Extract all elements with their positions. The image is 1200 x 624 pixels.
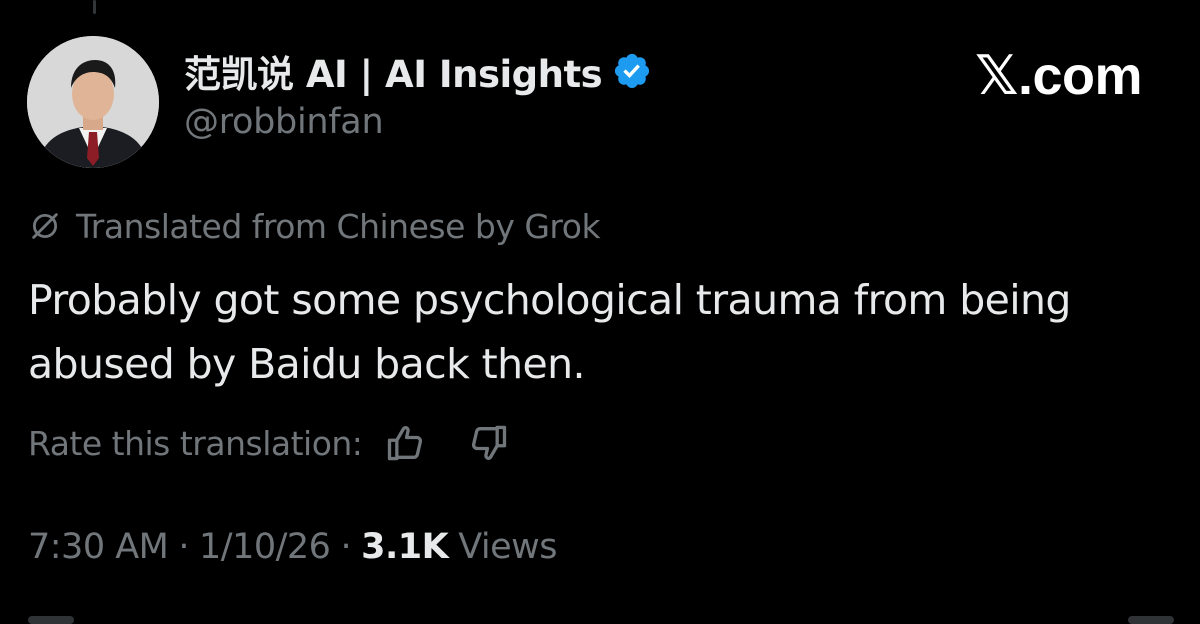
meta-separator: · (178, 527, 190, 567)
author-handle[interactable]: @robbinfan (184, 102, 652, 142)
translation-notice-text: Translated from Chinese by Grok (76, 206, 601, 246)
views-count[interactable]: 3.1K (361, 527, 449, 567)
thumbs-down-icon[interactable] (466, 421, 510, 465)
rate-translation-label: Rate this translation: (28, 423, 363, 463)
profile-photo (27, 36, 159, 168)
tweet-time[interactable]: 7:30 AM (28, 527, 169, 567)
views-label: Views (458, 527, 558, 567)
avatar[interactable] (27, 36, 159, 168)
translation-notice: Translated from Chinese by Grok (28, 204, 601, 248)
brand-watermark: 𝕏.com (974, 46, 1143, 106)
meta-separator: · (340, 527, 352, 567)
tweet-date[interactable]: 1/10/26 (199, 527, 331, 567)
tweet-text: Probably got some psychological trauma f… (28, 276, 1071, 388)
thread-connector-line (93, 0, 96, 14)
action-bar-hint (28, 616, 74, 624)
grok-icon (32, 213, 58, 239)
tweet-meta: 7:30 AM · 1/10/26 · 3.1K Views (28, 522, 558, 572)
thumbs-up-icon[interactable] (384, 421, 428, 465)
author-display-name[interactable]: 范凯说 AI | AI Insights (184, 44, 603, 98)
author-name-row: 范凯说 AI | AI Insights (184, 44, 652, 98)
author-block: 范凯说 AI | AI Insights @robbinfan (184, 44, 652, 142)
action-bar-hint (1128, 616, 1174, 624)
rate-translation-row: Rate this translation: (28, 418, 510, 468)
verified-badge-icon[interactable] (612, 51, 652, 91)
